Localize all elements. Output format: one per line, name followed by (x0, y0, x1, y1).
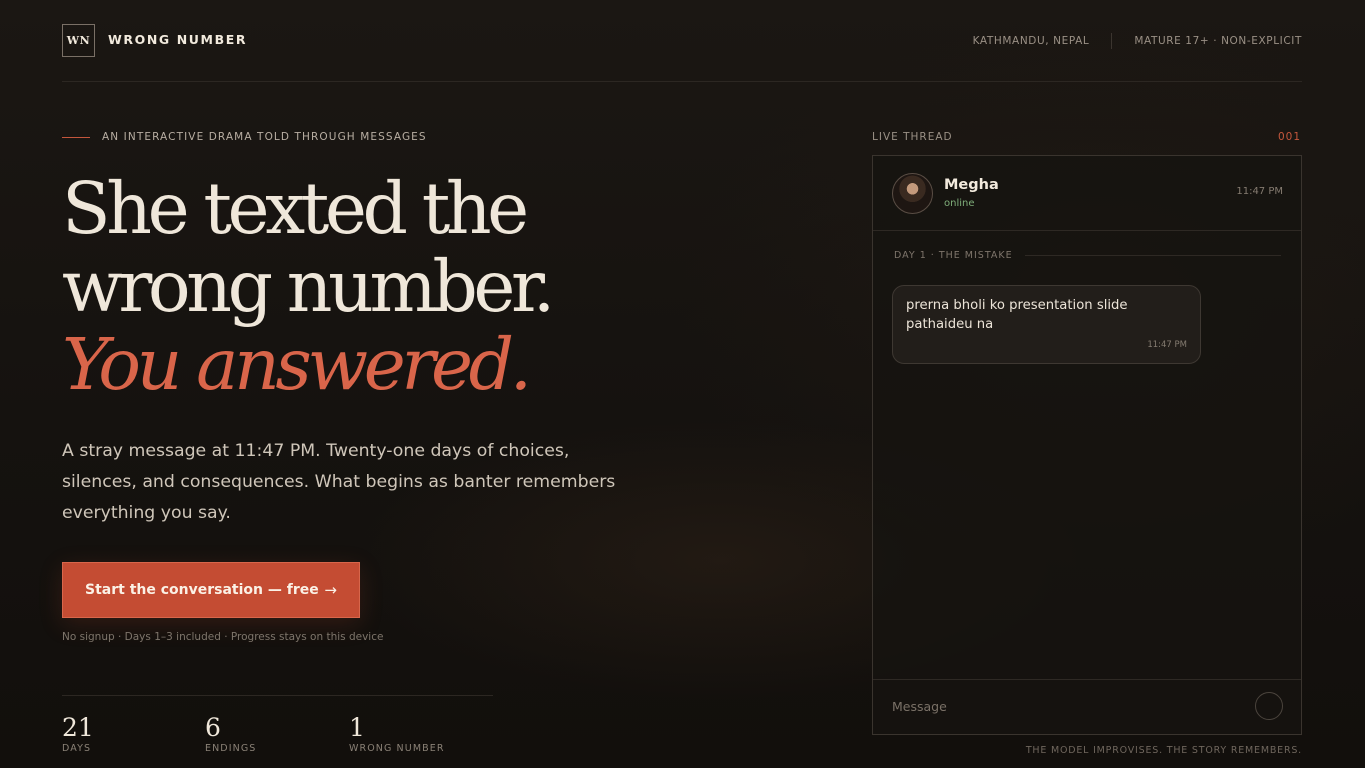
hero-description: A stray message at 11:47 PM. Twenty-one … (62, 441, 616, 523)
headline-accent: You answered. (62, 323, 532, 406)
footer-note: THE MODEL IMPROVISES. THE STORY REMEMBER… (1025, 745, 1302, 756)
contact-name: Megha (944, 177, 999, 193)
top-bar: WN WRONG NUMBER KATHMANDU, NEPAL MATURE … (62, 0, 1302, 82)
chat-window: Megha online 11:47 PM DAY 1 · THE MISTAK… (872, 155, 1302, 735)
location-label: KATHMANDU, NEPAL (972, 35, 1090, 47)
send-icon[interactable] (1255, 692, 1283, 720)
stat-value: 6 (205, 713, 221, 742)
thread-label: LIVE THREAD (872, 131, 953, 143)
header-meta: KATHMANDU, NEPAL MATURE 17+ · NON-EXPLIC… (973, 33, 1302, 49)
cta-label: Start the conversation — free (85, 582, 319, 598)
stat-value: 21 (62, 713, 94, 742)
contact-status: online (944, 198, 975, 209)
stat-label: WRONG NUMBER (349, 743, 445, 754)
message-input[interactable]: Message (892, 699, 947, 714)
stat-endings: 6 ENDINGS (205, 712, 256, 754)
day-divider: DAY 1 · THE MISTAKE (894, 250, 1281, 261)
rating-label: MATURE 17+ · NON-EXPLICIT (1134, 35, 1302, 47)
avatar (892, 173, 933, 214)
stat-wrong-number: 1 WRONG NUMBER (349, 712, 445, 754)
stat-value: 1 (349, 713, 365, 742)
message-composer: Message (873, 679, 1301, 734)
eyebrow-rule (62, 136, 90, 138)
hero-headline: She texted the wrong number. You answere… (62, 167, 555, 406)
thread-header: LIVE THREAD 001 (872, 131, 1301, 143)
hero-eyebrow: AN INTERACTIVE DRAMA TOLD THROUGH MESSAG… (62, 131, 427, 143)
start-conversation-button[interactable]: Start the conversation — free → (62, 562, 360, 618)
thread-index: 001 (1277, 131, 1301, 143)
headline-line-2: wrong number. (62, 245, 555, 328)
arrow-right-icon: → (324, 581, 337, 599)
stat-label: ENDINGS (205, 743, 257, 754)
stat-days: 21 DAYS (62, 712, 94, 754)
contact-header: Megha online 11:47 PM (873, 156, 1301, 231)
stats-row: 21 DAYS 6 ENDINGS 1 WRONG NUMBER (62, 695, 493, 754)
message-time: 11:47 PM (1147, 340, 1187, 350)
stat-label: DAYS (62, 743, 92, 754)
brand-name[interactable]: WRONG NUMBER (108, 32, 247, 47)
contact-time: 11:47 PM (1236, 186, 1283, 197)
day-label: DAY 1 · THE MISTAKE (894, 250, 1013, 261)
eyebrow-text: AN INTERACTIVE DRAMA TOLD THROUGH MESSAG… (102, 131, 427, 143)
meta-divider (1111, 33, 1113, 49)
message-text: prerna bholi ko presentation slide patha… (906, 298, 1128, 332)
cta-fine-print: No signup · Days 1–3 included · Progress… (62, 631, 384, 643)
logo-mark[interactable]: WN (62, 24, 95, 57)
message-bubble: prerna bholi ko presentation slide patha… (892, 285, 1201, 364)
headline-line-1: She texted the (62, 167, 529, 250)
day-rule (1024, 255, 1281, 256)
